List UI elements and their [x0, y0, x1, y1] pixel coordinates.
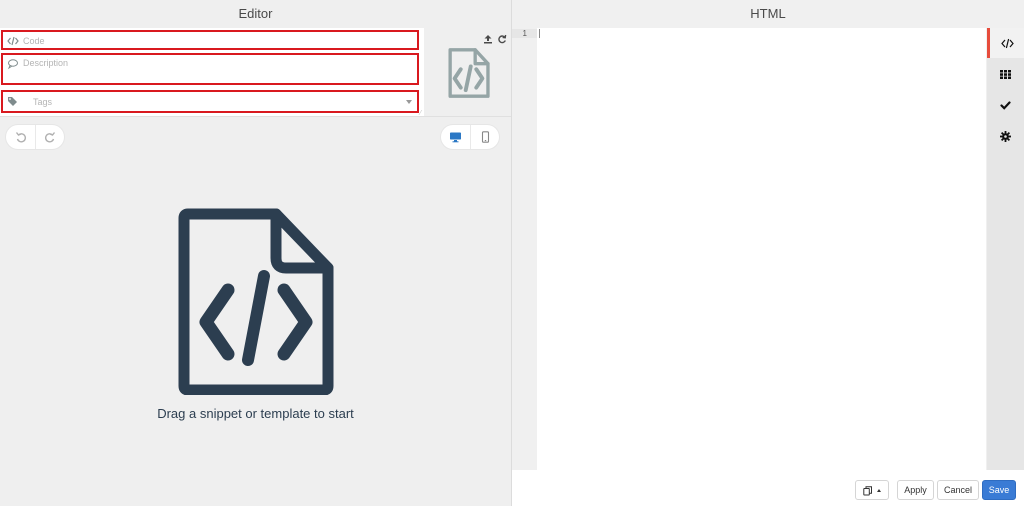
- tab-settings[interactable]: [987, 121, 1024, 151]
- tab-blocks[interactable]: [987, 59, 1024, 89]
- grid-icon: [1000, 69, 1011, 79]
- footer-bar: Apply Cancel Save: [512, 470, 1024, 506]
- description-field[interactable]: Description: [1, 53, 419, 85]
- editor-panel-title: Editor: [238, 6, 273, 21]
- code-editor[interactable]: 1: [512, 28, 986, 470]
- code-icon: [1000, 38, 1014, 48]
- code-placeholder: Code: [23, 36, 45, 46]
- gear-icon: [1000, 130, 1011, 142]
- upload-icon[interactable]: [483, 34, 493, 44]
- tags-placeholder: Tags: [33, 97, 53, 107]
- file-code-icon: [178, 208, 334, 395]
- side-toolbar: [987, 28, 1024, 470]
- html-panel-title: HTML: [750, 6, 786, 21]
- line-number: 1: [512, 29, 537, 38]
- thumbnail-area: [424, 28, 511, 116]
- empty-state-message: Drag a snippet or template to start: [157, 406, 354, 421]
- undo-button[interactable]: [6, 125, 35, 149]
- description-placeholder: Description: [23, 58, 69, 68]
- code-icon: [7, 36, 19, 46]
- html-panel: HTML 1 Apply Cancel Save: [512, 0, 1024, 506]
- redo-button[interactable]: [35, 125, 64, 149]
- undo-icon: [15, 132, 26, 143]
- apply-button[interactable]: Apply: [897, 480, 934, 500]
- mobile-icon: [481, 131, 489, 143]
- caret-up-icon: [877, 489, 882, 493]
- copy-dropdown-button[interactable]: [855, 480, 889, 500]
- mobile-view-button[interactable]: [470, 125, 499, 149]
- desktop-icon: [450, 132, 461, 143]
- editor-panel: Editor Code Description Tags ⁄ Drag a sn…: [0, 0, 511, 506]
- file-code-icon: [448, 48, 490, 98]
- copy-icon: [863, 485, 872, 496]
- tags-select[interactable]: Tags: [1, 90, 419, 113]
- chevron-down-icon: [406, 100, 412, 104]
- tags-icon: [8, 97, 17, 106]
- save-button[interactable]: Save: [982, 480, 1016, 500]
- comment-icon: [7, 59, 18, 70]
- metadata-form: Code Description Tags ⁄: [0, 28, 424, 117]
- refresh-icon[interactable]: [497, 34, 507, 44]
- history-controls: [6, 125, 64, 149]
- code-field[interactable]: Code: [1, 30, 419, 50]
- separator: [0, 116, 511, 117]
- redo-icon: [44, 132, 56, 143]
- text-cursor: [539, 29, 540, 38]
- cancel-button[interactable]: Cancel: [937, 480, 979, 500]
- tab-code[interactable]: [987, 28, 1024, 58]
- check-icon: [1000, 100, 1011, 110]
- device-toggle: [441, 125, 499, 149]
- desktop-view-button[interactable]: [441, 125, 470, 149]
- line-gutter: 1: [512, 28, 537, 470]
- tab-validate[interactable]: [987, 90, 1024, 120]
